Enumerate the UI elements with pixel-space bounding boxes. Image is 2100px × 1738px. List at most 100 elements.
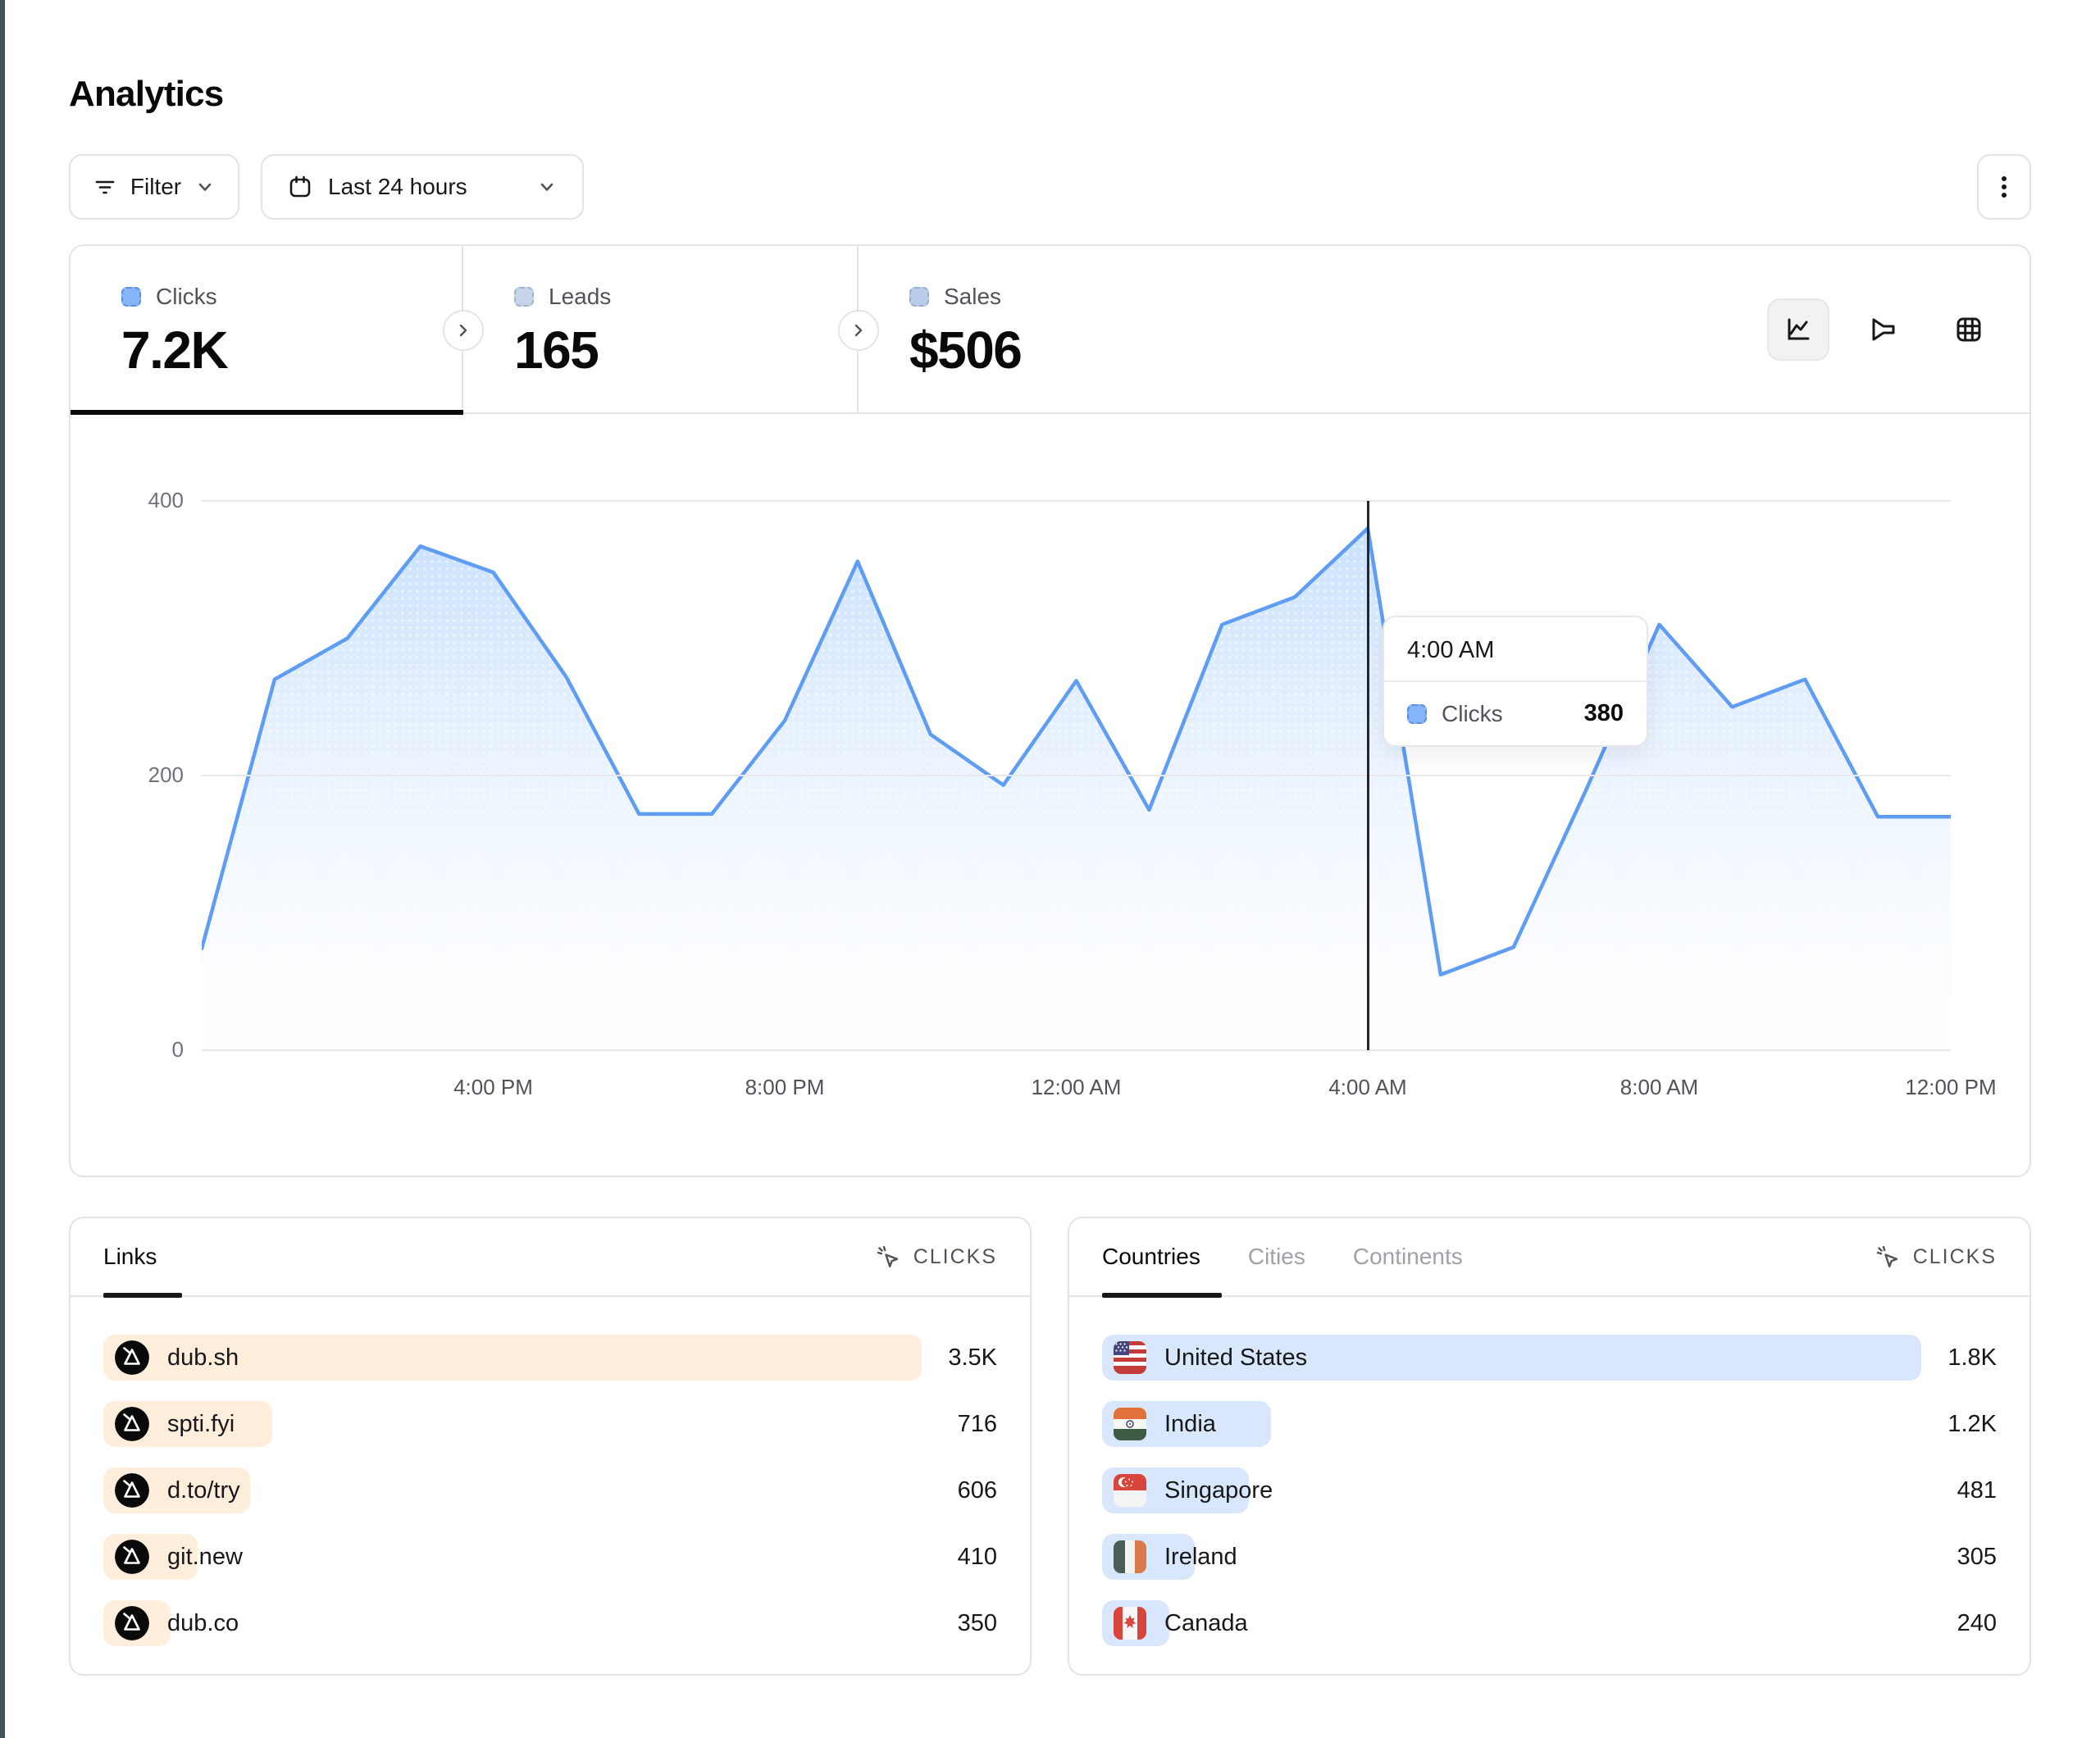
leads-value: 165 [514, 320, 857, 380]
chevron-right-icon [850, 322, 867, 339]
dub-logo-icon [115, 1340, 149, 1375]
chart-tooltip: 4:00 AM Clicks 380 [1383, 616, 1648, 747]
hover-crosshair [1367, 501, 1369, 1050]
dub-logo-icon [115, 1473, 149, 1508]
geo-metric-selector[interactable]: CLICKS [1874, 1243, 1997, 1271]
country-row-value: 1.8K [1947, 1344, 1997, 1372]
country-row-value: 481 [1957, 1477, 1997, 1504]
cursor-click-icon [874, 1243, 902, 1271]
geo-metric-label: CLICKS [1913, 1245, 1997, 1269]
tab-leads[interactable]: Leads 165 [463, 246, 859, 412]
country-row-value: 240 [1957, 1610, 1997, 1637]
swap-clicks-leads-button[interactable] [443, 310, 484, 351]
filter-button-label: Filter [130, 174, 181, 200]
gridline-y-200 [202, 775, 1951, 776]
countries-tab-underline [1102, 1293, 1222, 1298]
link-row[interactable]: dub.co 350 [103, 1600, 997, 1646]
swap-leads-sales-button[interactable] [838, 310, 879, 351]
breakdown-panels: Links CLICKS dub.sh3.5Kspti.fyi716d [69, 1217, 2031, 1676]
link-row-label: d.to/try [167, 1477, 240, 1504]
x-axis-label: 4:00 AM [1328, 1075, 1406, 1100]
area-fill-texture [202, 529, 1951, 1051]
tooltip-value: 380 [1584, 700, 1624, 727]
tab-links[interactable]: Links [103, 1244, 157, 1270]
tab-countries[interactable]: Countries [1102, 1244, 1200, 1270]
countries-list: United States 1.8K India 1.2K Singapore 481 Ir… [1069, 1297, 2029, 1646]
country-row[interactable]: India 1.2K [1102, 1401, 1997, 1447]
tab-cities[interactable]: Cities [1248, 1244, 1305, 1270]
more-options-button[interactable] [1977, 154, 2031, 220]
chevron-down-icon [194, 176, 216, 198]
link-row-label: dub.co [167, 1610, 239, 1637]
link-row[interactable]: d.to/try 606 [103, 1467, 997, 1513]
x-axis-label: 12:00 AM [1032, 1075, 1122, 1100]
chevron-down-icon [536, 176, 558, 198]
tab-continents[interactable]: Continents [1353, 1244, 1463, 1270]
link-row[interactable]: git.new410 [103, 1534, 997, 1580]
tooltip-time: 4:00 AM [1384, 617, 1647, 682]
link-row-value: 606 [958, 1477, 997, 1504]
leads-swatch [514, 287, 534, 307]
link-row[interactable]: dub.sh 3.5K [103, 1335, 997, 1381]
link-row-value: 716 [958, 1411, 997, 1438]
country-row-label: Canada [1164, 1610, 1248, 1637]
links-metric-label: CLICKS [913, 1245, 997, 1269]
x-axis-label: 12:00 PM [1905, 1075, 1996, 1100]
tab-clicks[interactable]: Clicks 7.2K [71, 246, 463, 412]
x-axis-label: 8:00 AM [1620, 1075, 1698, 1100]
country-row[interactable]: United States 1.8K [1102, 1335, 1997, 1381]
links-tab-underline [103, 1293, 182, 1298]
x-axis-label: 4:00 PM [453, 1075, 533, 1100]
funnel-view-button[interactable] [1852, 298, 1915, 361]
tooltip-series-label: Clicks [1442, 701, 1503, 727]
clicks-label: Clicks [156, 284, 217, 310]
country-row-value: 1.2K [1947, 1411, 1997, 1438]
in-flag-icon [1114, 1408, 1146, 1440]
y-axis-label-0: 0 [102, 1037, 184, 1062]
ie-flag-icon [1114, 1540, 1146, 1573]
link-row-label: dub.sh [167, 1344, 239, 1372]
sg-flag-icon [1114, 1474, 1146, 1507]
chevron-right-icon [455, 322, 471, 339]
clicks-time-series-chart[interactable]: 4:00 AM Clicks 380 02004004:00 PM8:00 PM… [202, 501, 1951, 1050]
clicks-swatch [121, 287, 141, 307]
sales-label: Sales [944, 284, 1001, 310]
country-row-value: 305 [1957, 1544, 1997, 1571]
link-row-value: 410 [958, 1544, 997, 1571]
link-row-value: 350 [958, 1610, 997, 1637]
x-axis-label: 8:00 PM [745, 1075, 825, 1100]
country-row[interactable]: Ireland305 [1102, 1534, 1997, 1580]
funnel-chart-icon [1867, 313, 1900, 346]
gridline-y-0 [202, 1049, 1951, 1051]
line-chart-icon [1782, 313, 1815, 346]
country-row[interactable]: Singapore 481 [1102, 1467, 1997, 1513]
country-row[interactable]: Canada 240 [1102, 1600, 1997, 1646]
chart-view-toolbar [1767, 298, 2000, 361]
tab-sales[interactable]: Sales $506 [859, 246, 1252, 412]
country-row-label: India [1164, 1411, 1216, 1438]
table-view-button[interactable] [1938, 298, 2000, 361]
date-range-button[interactable]: Last 24 hours [261, 154, 584, 220]
link-row-value: 3.5K [948, 1344, 997, 1372]
y-axis-label-200: 200 [102, 762, 184, 788]
stats-tabs: Clicks 7.2K Leads 165 Sales $506 [71, 246, 2029, 414]
ca-flag-icon [1114, 1607, 1146, 1640]
gridline-y-400 [202, 500, 1951, 502]
tooltip-clicks-swatch [1407, 704, 1427, 724]
y-axis-label-400: 400 [102, 488, 184, 513]
cursor-click-icon [1874, 1243, 1902, 1271]
dub-logo-icon [115, 1606, 149, 1640]
link-row[interactable]: spti.fyi 716 [103, 1401, 997, 1447]
toolbar: Filter Last 24 hours [69, 154, 2031, 220]
us-flag-icon [1114, 1341, 1146, 1374]
line-chart-view-button[interactable] [1767, 298, 1829, 361]
country-row-label: United States [1164, 1344, 1307, 1372]
filter-button[interactable]: Filter [69, 154, 239, 220]
window-edge-strip [0, 0, 5, 1738]
calendar-icon [287, 174, 313, 200]
links-panel: Links CLICKS dub.sh3.5Kspti.fyi716d [69, 1217, 1032, 1676]
links-metric-selector[interactable]: CLICKS [874, 1243, 997, 1271]
link-row-label: spti.fyi [167, 1411, 235, 1438]
clicks-value: 7.2K [121, 320, 462, 380]
country-row-label: Singapore [1164, 1477, 1273, 1504]
